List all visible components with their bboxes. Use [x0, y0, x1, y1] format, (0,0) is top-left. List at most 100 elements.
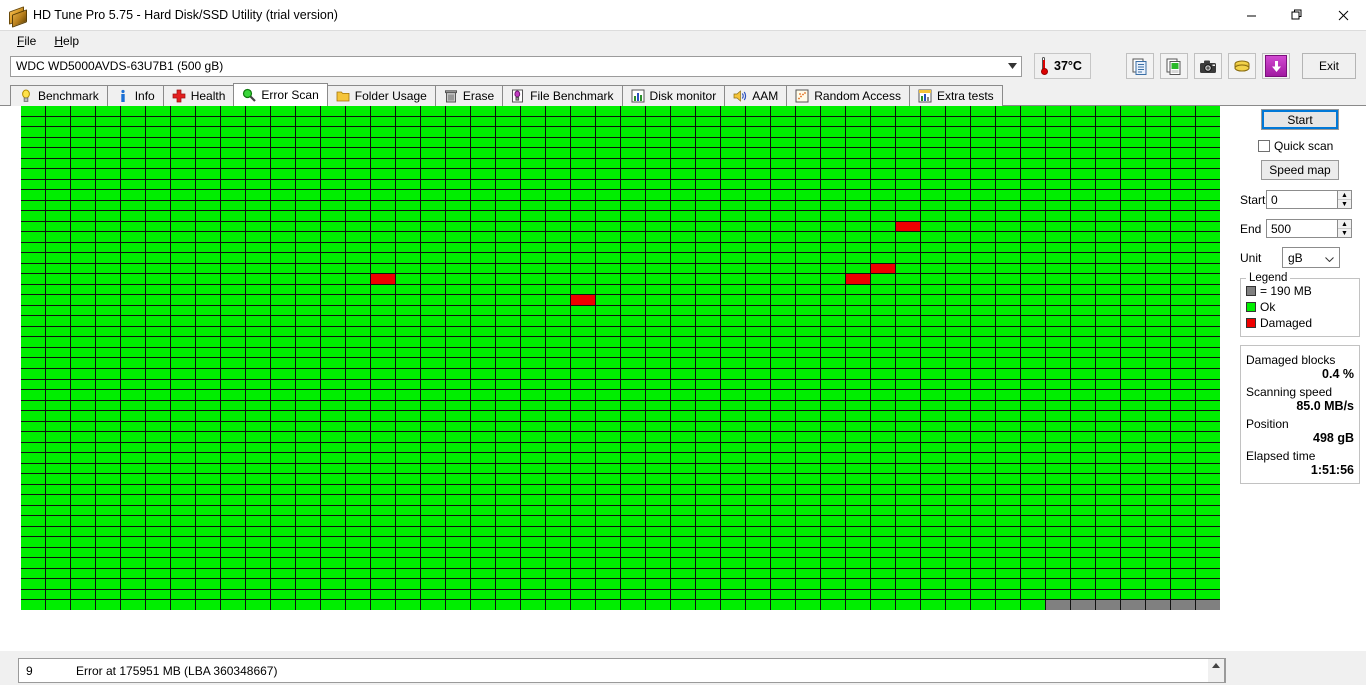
block-map-cell [621, 432, 645, 442]
unit-select[interactable]: gB [1282, 247, 1340, 268]
block-map-cell [646, 558, 670, 568]
block-map-cell [721, 148, 745, 158]
block-map-cell [46, 200, 70, 211]
block-map-cell [196, 253, 220, 263]
block-map-cell [896, 421, 920, 432]
block-map-cell [71, 190, 95, 200]
tab-health[interactable]: Health [162, 85, 235, 106]
error-list-row-message: Error at 175951 MB (LBA 360348667) [76, 663, 278, 678]
copy-image-button[interactable] [1160, 53, 1188, 79]
menu-help[interactable]: Help [45, 32, 88, 50]
block-map-cell [1171, 253, 1195, 263]
start-offset-input[interactable]: 0 [1266, 190, 1338, 209]
block-map-cell [846, 495, 870, 505]
block-map-cell [896, 411, 920, 421]
menu-file[interactable]: File [8, 32, 45, 50]
block-map-cell [1021, 537, 1045, 547]
buy-license-button[interactable] [1228, 53, 1256, 79]
block-map-cell [721, 179, 745, 190]
tab-extra-tests[interactable]: Extra tests [908, 85, 1003, 106]
block-map-cell [696, 400, 720, 411]
block-map-cell [746, 127, 770, 137]
exit-button[interactable]: Exit [1302, 53, 1356, 79]
scroll-up-icon[interactable] [1212, 662, 1220, 671]
block-map-cell [771, 200, 795, 211]
block-map-cell [546, 526, 570, 537]
block-map-cell [646, 242, 670, 253]
block-map-cell [721, 453, 745, 463]
quick-scan-checkbox[interactable] [1258, 140, 1270, 152]
block-map-cell [746, 411, 770, 421]
start-scan-button[interactable]: Start [1261, 109, 1339, 130]
tab-aam[interactable]: AAM [724, 85, 788, 106]
block-map-cell [21, 232, 45, 242]
screenshot-button[interactable] [1194, 53, 1222, 79]
block-map-cell [571, 127, 595, 137]
block-map-cell [146, 316, 170, 326]
block-map-cell [471, 158, 495, 169]
block-map-cell [271, 190, 295, 200]
block-map-cell [396, 379, 420, 390]
speed-map-button[interactable]: Speed map [1261, 160, 1339, 180]
tab-random-access[interactable]: Random Access [786, 85, 910, 106]
device-select[interactable]: WDC WD5000AVDS-63U7B1 (500 gB) [10, 55, 1022, 77]
block-map[interactable] [21, 106, 1220, 610]
block-map-cell [896, 484, 920, 495]
maximize-button[interactable] [1274, 0, 1320, 30]
close-button[interactable] [1320, 0, 1366, 30]
block-map-cell [221, 106, 245, 116]
block-map-cell [1021, 242, 1045, 253]
block-map-cell [221, 547, 245, 558]
end-offset-spinner-down[interactable]: ▼ [1338, 229, 1351, 237]
block-map-cell [1096, 537, 1120, 547]
block-map-cell [696, 484, 720, 495]
block-map-cell [1121, 148, 1145, 158]
end-offset-input[interactable]: 500 [1266, 219, 1338, 238]
block-map-cell [596, 568, 620, 579]
error-list[interactable]: 9 Error at 175951 MB (LBA 360348667) [18, 658, 1226, 683]
block-map-cell [21, 474, 45, 484]
tab-benchmark[interactable]: Benchmark [10, 85, 108, 106]
error-list-scrollbar[interactable] [1208, 658, 1225, 683]
tab-file-benchmark[interactable]: File Benchmark [502, 85, 623, 106]
block-map-cell [721, 369, 745, 379]
end-offset-spinner-up[interactable]: ▲ [1338, 220, 1351, 229]
tab-info[interactable]: Info [106, 85, 164, 106]
tab-disk-monitor[interactable]: Disk monitor [621, 85, 726, 106]
block-map-cell [896, 432, 920, 442]
block-map-cell [46, 484, 70, 495]
block-map-cell [821, 274, 845, 284]
block-map-cell [1121, 242, 1145, 253]
block-map-cell [21, 127, 45, 137]
block-map-cell [696, 284, 720, 295]
end-offset-spinner[interactable]: ▲ ▼ [1338, 219, 1352, 238]
damaged-blocks-label: Damaged blocks [1246, 353, 1336, 367]
block-map-cell [971, 221, 995, 232]
block-map-cell [196, 106, 220, 116]
block-map-grid[interactable] [21, 106, 1220, 610]
download-button[interactable] [1262, 53, 1290, 79]
minimize-button[interactable] [1228, 0, 1274, 30]
copy-to-clipboard-button[interactable] [1126, 53, 1154, 79]
start-offset-spinner-down[interactable]: ▼ [1338, 200, 1351, 208]
quick-scan-row[interactable]: Quick scan [1258, 139, 1360, 153]
block-map-cell [271, 390, 295, 400]
block-map-cell [171, 505, 195, 516]
start-offset-spinner-up[interactable]: ▲ [1338, 191, 1351, 200]
block-map-cell [521, 326, 545, 337]
block-map-cell [221, 326, 245, 337]
block-map-cell [646, 148, 670, 158]
block-map-cell [771, 211, 795, 221]
block-map-cell [971, 379, 995, 390]
tab-folder-usage[interactable]: Folder Usage [326, 85, 436, 106]
block-map-cell [546, 432, 570, 442]
block-map-cell [421, 505, 445, 516]
block-map-cell [1096, 442, 1120, 453]
block-map-cell [221, 211, 245, 221]
block-map-cell [1021, 127, 1045, 137]
block-map-cell [246, 495, 270, 505]
block-map-cell [896, 358, 920, 369]
start-offset-spinner[interactable]: ▲ ▼ [1338, 190, 1352, 209]
tab-error-scan[interactable]: Error Scan [233, 83, 328, 106]
tab-erase[interactable]: Erase [434, 85, 504, 106]
